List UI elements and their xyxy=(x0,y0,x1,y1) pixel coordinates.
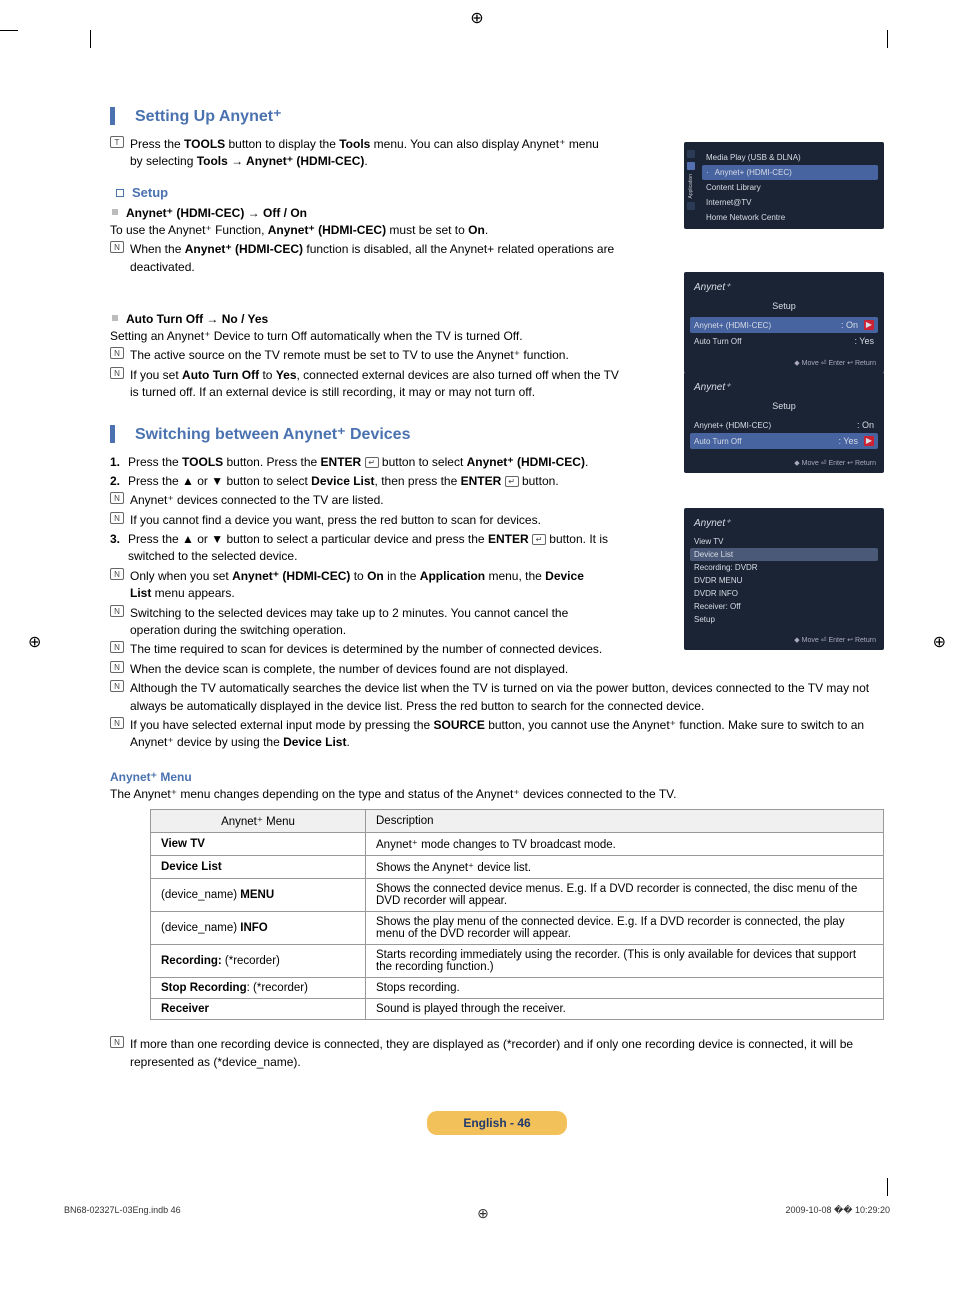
note-icon xyxy=(110,717,124,729)
crop-mark xyxy=(887,1178,888,1196)
general-note3: When the device scan is complete, the nu… xyxy=(130,661,884,678)
note-icon xyxy=(110,641,124,653)
osd-list-item: Device List xyxy=(690,548,878,561)
step-number: 3. xyxy=(110,531,128,548)
cell-desc: Shows the Anynet⁺ device list. xyxy=(366,856,884,879)
th-desc: Description xyxy=(366,810,884,833)
general-note1: Switching to the selected devices may ta… xyxy=(130,605,620,640)
table-row: Recording: (*recorder)Starts recording i… xyxy=(151,945,884,978)
osd-setup-auto: Anynet⁺ Setup Anynet+ (HDMI-CEC) : On Au… xyxy=(684,372,884,473)
note-icon xyxy=(110,680,124,692)
osd-app-item: Internet@TV xyxy=(702,195,878,210)
note-icon xyxy=(110,661,124,673)
cell-desc: Shows the play menu of the connected dev… xyxy=(366,912,884,945)
hdmi-use-text: To use the Anynet⁺ Function, Anynet⁺ (HD… xyxy=(110,222,630,239)
note-icon xyxy=(110,512,124,524)
footer-timestamp: 2009-10-08 �� 10:29:20 xyxy=(785,1205,890,1222)
osd-list-item: Receiver: Off xyxy=(690,600,878,613)
intro-tools-text: Press the TOOLS button to display the To… xyxy=(130,136,610,171)
subhead-auto-turn-off: Auto Turn Off → No / Yes xyxy=(126,312,268,326)
cell-menu: Stop Recording: (*recorder) xyxy=(151,978,366,999)
cell-menu: Receiver xyxy=(151,999,366,1020)
step-number: 1. xyxy=(110,454,128,471)
osd-list-item: DVDR MENU xyxy=(690,574,878,587)
table-row: (device_name) MENUShows the connected de… xyxy=(151,879,884,912)
table-row: Stop Recording: (*recorder)Stops recordi… xyxy=(151,978,884,999)
step1-text: Press the TOOLS button. Press the ENTER … xyxy=(128,454,620,471)
step3-text: Press the ▲ or ▼ button to select a part… xyxy=(128,531,620,566)
footer-file: BN68-02327L-03Eng.indb 46 xyxy=(64,1205,181,1222)
anynet-menu-table: Anynet⁺ Menu Description View TVAnynet⁺ … xyxy=(150,809,884,1020)
step2-note1: Anynet⁺ devices connected to the TV are … xyxy=(130,492,600,509)
osd-application-menu: Application Media Play (USB & DLNA)·Anyn… xyxy=(684,142,884,229)
cell-desc: Starts recording immediately using the r… xyxy=(366,945,884,978)
step2-note2: If you cannot find a device you want, pr… xyxy=(130,512,600,529)
ato-note1: The active source on the TV remote must … xyxy=(130,347,630,364)
osd-device-list: Anynet⁺ View TVDevice ListRecording: DVD… xyxy=(684,508,884,650)
step2-text: Press the ▲ or ▼ button to select Device… xyxy=(128,473,620,490)
general-note5: If you have selected external input mode… xyxy=(130,717,884,752)
step3-note1: Only when you set Anynet⁺ (HDMI-CEC) to … xyxy=(130,568,600,603)
osd-setup-hdmi: Anynet⁺ Setup Anynet+ (HDMI-CEC) : On ▶ … xyxy=(684,272,884,373)
step-number: 2. xyxy=(110,473,128,490)
enter-icon xyxy=(505,476,519,487)
note-icon xyxy=(110,492,124,504)
cell-menu: Recording: (*recorder) xyxy=(151,945,366,978)
cell-desc: Shows the connected device menus. E.g. I… xyxy=(366,879,884,912)
note-icon xyxy=(110,367,124,379)
osd-list-item: View TV xyxy=(690,535,878,548)
enter-icon xyxy=(532,534,546,545)
general-note4: Although the TV automatically searches t… xyxy=(130,680,884,715)
heading-switching: Switching between Anynet⁺ Devices xyxy=(135,424,410,444)
ato-note2: If you set Auto Turn Off to Yes, connect… xyxy=(130,367,630,402)
cell-menu: Device List xyxy=(151,856,366,879)
subhead-hdmi-cec: Anynet⁺ (HDMI-CEC) → Off / On xyxy=(126,206,307,220)
osd-app-item: ·Anynet+ (HDMI-CEC) xyxy=(702,165,878,180)
tool-icon xyxy=(110,136,124,148)
enter-icon xyxy=(365,457,379,468)
osd-list-item: Setup xyxy=(690,613,878,626)
footer-note: If more than one recording device is con… xyxy=(130,1036,884,1071)
note-icon xyxy=(110,241,124,253)
osd-app-item: Content Library xyxy=(702,180,878,195)
osd-app-item: Home Network Centre xyxy=(702,210,878,225)
table-row: Device ListShows the Anynet⁺ device list… xyxy=(151,856,884,879)
cell-desc: Stops recording. xyxy=(366,978,884,999)
page-number-badge: English - 46 xyxy=(427,1111,567,1135)
cell-desc: Sound is played through the receiver. xyxy=(366,999,884,1020)
hdmi-note: When the Anynet⁺ (HDMI-CEC) function is … xyxy=(130,241,630,276)
ato-intro: Setting an Anynet⁺ Device to turn Off au… xyxy=(110,328,630,345)
cell-menu: View TV xyxy=(151,833,366,856)
cell-menu: (device_name) MENU xyxy=(151,879,366,912)
note-icon xyxy=(110,347,124,359)
osd-list-item: DVDR INFO xyxy=(690,587,878,600)
table-row: ReceiverSound is played through the rece… xyxy=(151,999,884,1020)
cell-desc: Anynet⁺ mode changes to TV broadcast mod… xyxy=(366,833,884,856)
section-setting-up: Setting Up Anynet⁺ xyxy=(110,106,884,126)
note-icon xyxy=(110,568,124,580)
osd-app-item: Media Play (USB & DLNA) xyxy=(702,150,878,165)
registration-mark-bottom: ⊕ xyxy=(477,1205,489,1222)
note-icon xyxy=(110,1036,124,1048)
cell-menu: (device_name) INFO xyxy=(151,912,366,945)
note-icon xyxy=(110,605,124,617)
heading-setting-up: Setting Up Anynet⁺ xyxy=(135,106,282,126)
osd-list-item: Recording: DVDR xyxy=(690,561,878,574)
anynet-menu-intro: The Anynet⁺ menu changes depending on th… xyxy=(110,786,884,803)
table-row: View TVAnynet⁺ mode changes to TV broadc… xyxy=(151,833,884,856)
subhead-anynet-menu: Anynet⁺ Menu xyxy=(110,770,884,784)
table-row: (device_name) INFOShows the play menu of… xyxy=(151,912,884,945)
th-menu: Anynet⁺ Menu xyxy=(151,810,366,833)
